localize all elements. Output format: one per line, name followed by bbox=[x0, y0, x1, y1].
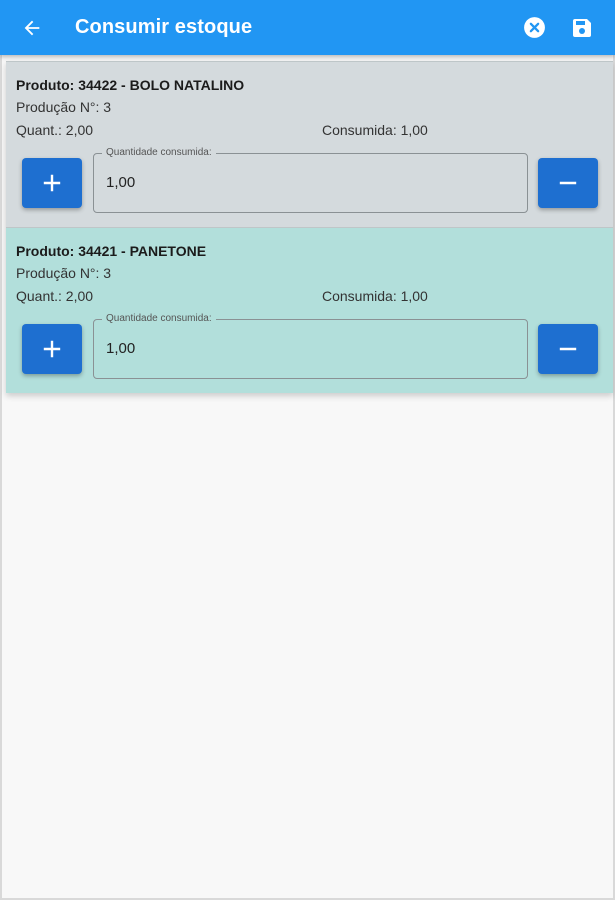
product-title: Produto: 34421 - PANETONE bbox=[16, 243, 207, 259]
product-title: Produto: 34422 - BOLO NATALINO bbox=[16, 77, 245, 93]
increment-button[interactable] bbox=[22, 324, 82, 374]
consumed-label: Consumida: 1,00 bbox=[322, 288, 428, 304]
field-label: Quantidade consumida: bbox=[102, 147, 216, 159]
field-value[interactable]: 1,00 bbox=[106, 174, 135, 191]
consumed-quantity-field[interactable]: Quantidade consumida: 1,00 bbox=[93, 147, 528, 213]
minus-icon bbox=[559, 347, 577, 351]
list-item: Produto: 34422 - BOLO NATALINO Produção … bbox=[6, 61, 613, 227]
list-item: Produto: 34421 - PANETONE Produção N°: 3… bbox=[6, 227, 613, 393]
close-circle-icon bbox=[523, 17, 545, 38]
app-bar: Consumir estoque bbox=[0, 0, 615, 55]
decrement-button[interactable] bbox=[538, 324, 598, 374]
minus-icon bbox=[559, 181, 577, 185]
save-icon bbox=[573, 18, 591, 37]
back-button[interactable] bbox=[17, 13, 47, 43]
screen: Consumir estoque Produto: 34422 - BOLO N… bbox=[0, 0, 615, 900]
decrement-button[interactable] bbox=[538, 158, 598, 208]
page-title: Consumir estoque bbox=[75, 16, 253, 38]
quantity-label: Quant.: 2,00 bbox=[16, 288, 94, 304]
plus-icon bbox=[43, 340, 61, 358]
consumed-quantity-field[interactable]: Quantidade consumida: 1,00 bbox=[93, 313, 528, 379]
save-button[interactable] bbox=[569, 15, 595, 41]
arrow-left-icon bbox=[24, 20, 40, 35]
quantity-label: Quant.: 2,00 bbox=[16, 122, 94, 138]
consumed-label: Consumida: 1,00 bbox=[322, 122, 428, 138]
production-number: Produção N°: 3 bbox=[16, 99, 112, 115]
production-number: Produção N°: 3 bbox=[16, 265, 112, 281]
increment-button[interactable] bbox=[22, 158, 82, 208]
field-label: Quantidade consumida: bbox=[102, 313, 216, 325]
field-value[interactable]: 1,00 bbox=[106, 340, 135, 357]
cancel-button[interactable] bbox=[521, 15, 547, 41]
consumption-list: Produto: 34422 - BOLO NATALINO Produção … bbox=[6, 61, 613, 393]
plus-icon bbox=[43, 174, 61, 192]
